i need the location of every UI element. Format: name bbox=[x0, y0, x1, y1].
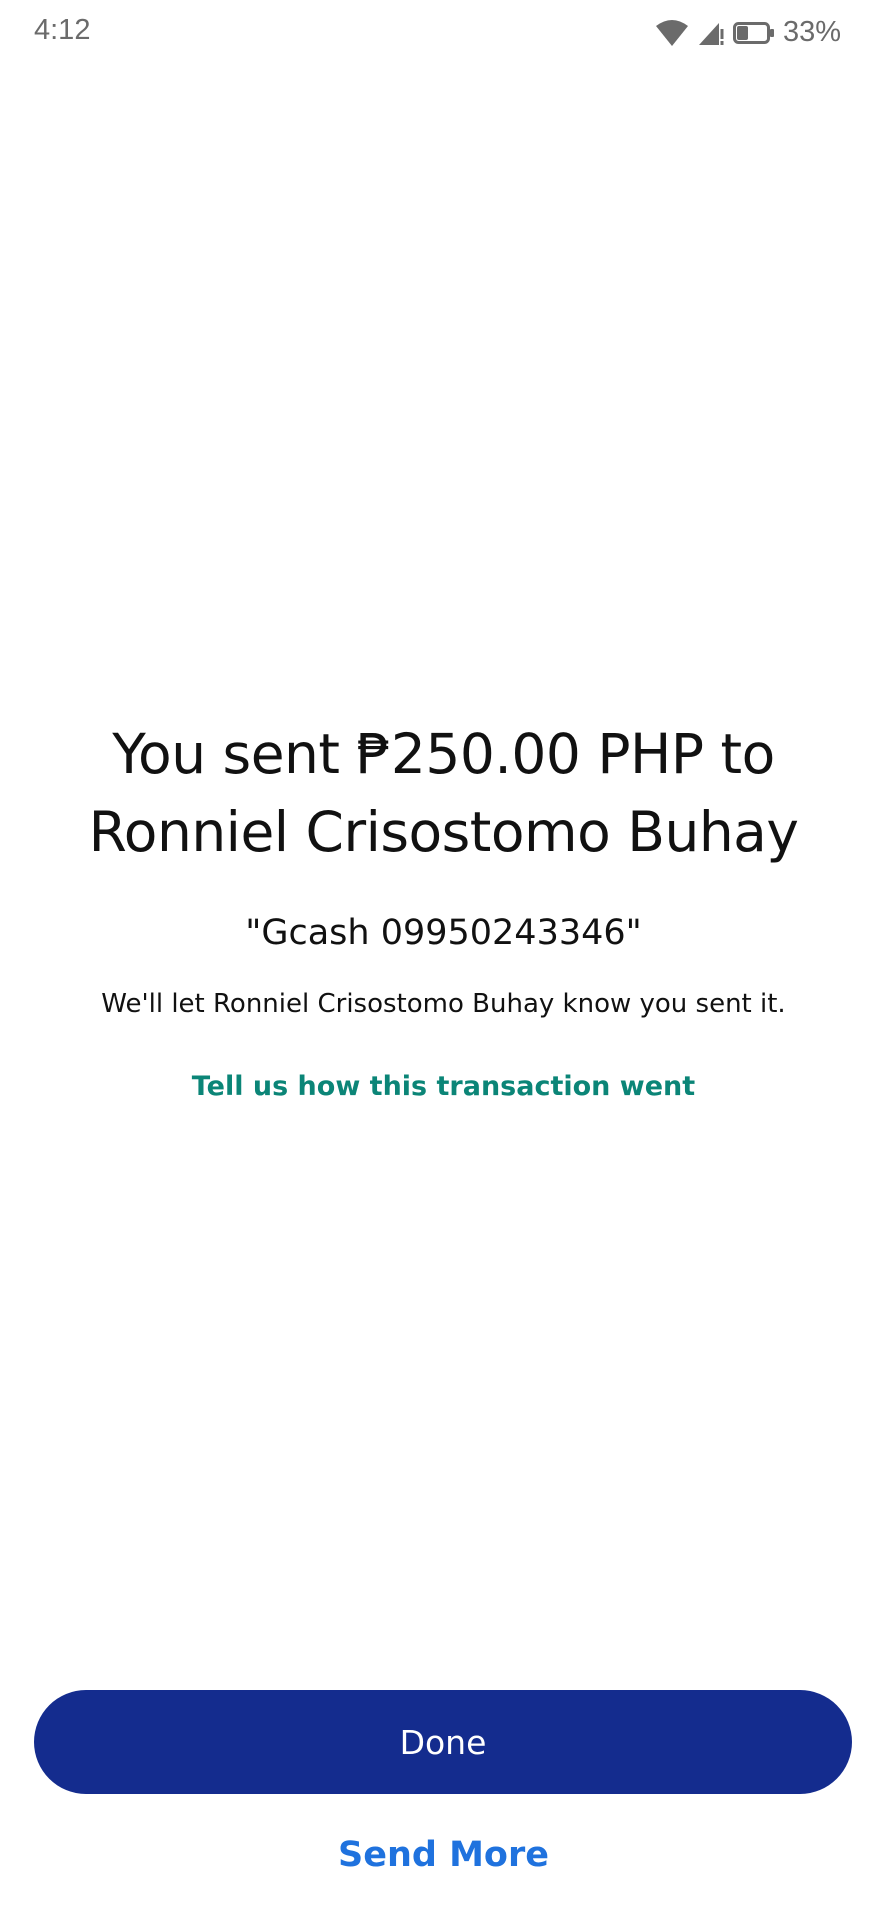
battery-percent: 33% bbox=[782, 16, 841, 48]
battery-icon bbox=[732, 21, 775, 45]
notify-recipient-text: We'll let Ronniel Crisostomo Buhay know … bbox=[101, 989, 786, 1019]
done-button[interactable]: Done bbox=[34, 1690, 852, 1794]
confirmation-headline: You sent ₱250.00 PHP to Ronniel Crisosto… bbox=[88, 722, 799, 864]
payment-note: "Gcash 09950243346" bbox=[245, 913, 642, 953]
send-more-link[interactable]: Send More bbox=[0, 1835, 887, 1875]
cell-signal-icon bbox=[697, 19, 725, 47]
feedback-link[interactable]: Tell us how this transaction went bbox=[192, 1071, 695, 1102]
confirmation-message: You sent ₱250.00 PHP to Ronniel Crisosto… bbox=[0, 715, 887, 1102]
status-indicators: 33% bbox=[655, 16, 841, 49]
status-bar: 4:12 33% bbox=[0, 0, 887, 68]
wifi-icon bbox=[655, 19, 689, 47]
status-time: 4:12 bbox=[34, 14, 91, 46]
